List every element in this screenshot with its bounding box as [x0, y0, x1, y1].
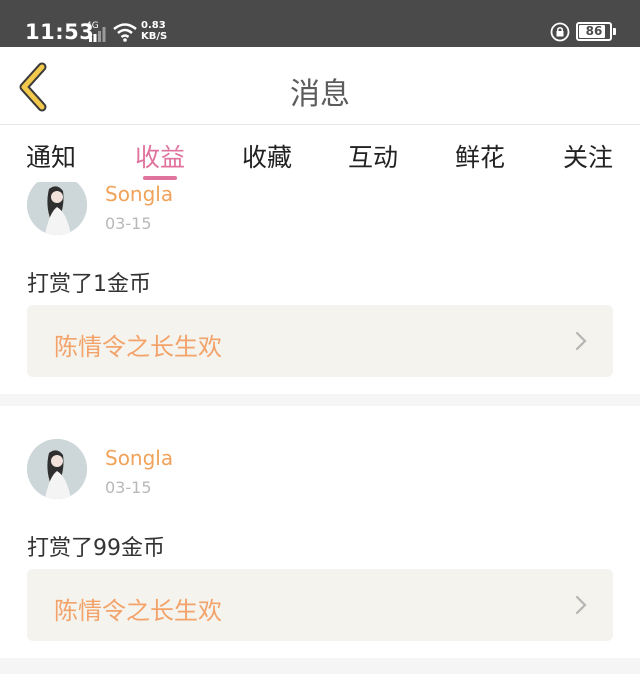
- wifi-icon: [113, 23, 137, 42]
- rotation-lock-icon: [550, 22, 570, 42]
- tab-flowers[interactable]: 鲜花: [435, 138, 525, 174]
- list-item: Songla 03-15 打赏了99金币 陈情令之长生欢: [0, 406, 640, 641]
- page-title: 消息: [290, 77, 350, 112]
- tab-bar: 通知 收益 收藏 互动 鲜花 关注: [0, 126, 640, 182]
- work-link[interactable]: 陈情令之长生欢: [27, 305, 613, 377]
- signal-icon: [89, 27, 106, 42]
- status-bar: 11:53 4G 0.83 KB/S 86: [0, 0, 640, 47]
- network-speed: 0.83 KB/S: [141, 20, 167, 42]
- active-tab-indicator: [143, 176, 177, 180]
- tab-following[interactable]: 关注: [543, 138, 633, 174]
- card-divider: [0, 658, 640, 674]
- battery-indicator: 86: [576, 22, 612, 41]
- reward-text: 打赏了1金币: [27, 272, 151, 297]
- speed-value: 0.83: [141, 20, 166, 31]
- work-title: 陈情令之长生欢: [54, 597, 222, 625]
- earnings-feed[interactable]: Songla 03-15 打赏了1金币 陈情令之长生欢 Songla 03-15…: [0, 182, 640, 678]
- tab-favorites[interactable]: 收藏: [222, 138, 312, 174]
- user-name[interactable]: Songla: [105, 182, 173, 206]
- status-time: 11:53: [25, 20, 95, 44]
- battery-tip: [613, 28, 616, 35]
- battery-label: 86: [585, 24, 603, 38]
- speed-unit: KB/S: [141, 31, 168, 42]
- chevron-right-icon: [575, 331, 587, 351]
- post-date: 03-15: [105, 214, 152, 233]
- post-date: 03-15: [105, 478, 152, 497]
- tab-notifications[interactable]: 通知: [6, 138, 96, 174]
- reward-text: 打赏了99金币: [27, 536, 165, 561]
- avatar[interactable]: [27, 439, 87, 499]
- tab-earnings[interactable]: 收益: [115, 138, 205, 174]
- user-name[interactable]: Songla: [105, 446, 173, 470]
- list-item: Songla 03-15 打赏了1金币 陈情令之长生欢: [0, 182, 640, 377]
- tab-interactions[interactable]: 互动: [328, 138, 418, 174]
- navigation-bar: 消息: [0, 47, 640, 125]
- work-title: 陈情令之长生欢: [54, 333, 222, 361]
- avatar-image: [27, 182, 87, 235]
- avatar[interactable]: [27, 182, 87, 235]
- avatar-image: [27, 439, 87, 499]
- chevron-right-icon: [575, 595, 587, 615]
- work-link[interactable]: 陈情令之长生欢: [27, 569, 613, 641]
